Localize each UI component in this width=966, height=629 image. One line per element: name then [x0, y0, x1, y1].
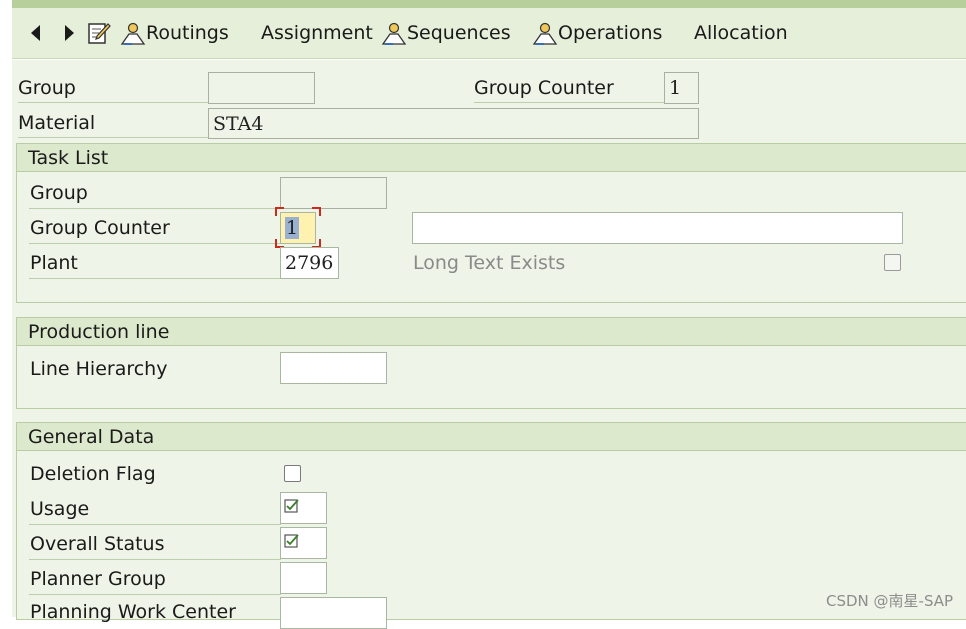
- watermark-text: CSDN @南星-SAP: [826, 592, 954, 610]
- planning-work-center-field[interactable]: [280, 597, 387, 629]
- task-list-description-field[interactable]: [412, 212, 903, 244]
- required-check-icon: [284, 534, 299, 548]
- label-underline: [18, 137, 208, 138]
- label-underline: [29, 243, 281, 244]
- label-underline: [474, 102, 664, 103]
- label-underline: [29, 278, 281, 279]
- task-list-group-field[interactable]: [280, 177, 387, 209]
- arrow-right-icon: [65, 25, 74, 41]
- arrow-left-icon: [31, 25, 40, 41]
- sequences-label: Sequences: [407, 22, 511, 44]
- previous-arrow-button[interactable]: [28, 8, 44, 58]
- allocation-button[interactable]: Allocation: [694, 8, 788, 58]
- sequences-button[interactable]: Sequences: [381, 8, 511, 58]
- line-hierarchy-label: Line Hierarchy: [30, 358, 168, 380]
- required-check-icon: [284, 499, 299, 513]
- usage-label: Usage: [30, 498, 90, 520]
- routing-person-icon: [120, 22, 146, 45]
- planning-work-center-label: Planning Work Center: [30, 601, 236, 623]
- header-material-label: Material: [18, 112, 96, 134]
- long-text-exists-checkbox[interactable]: [884, 254, 901, 271]
- label-underline: [29, 524, 281, 525]
- assignment-label: Assignment: [261, 22, 373, 44]
- routings-label: Routings: [146, 22, 229, 44]
- allocation-label: Allocation: [694, 22, 788, 44]
- operations-label: Operations: [558, 22, 663, 44]
- production-line-section: Production line Line Hierarchy: [16, 317, 966, 409]
- long-text-exists-label: Long Text Exists: [413, 252, 566, 274]
- header-group-field[interactable]: [208, 72, 315, 104]
- task-list-plant-field[interactable]: 2796: [280, 247, 339, 279]
- planner-group-field[interactable]: [280, 562, 327, 594]
- sequence-person-icon: [381, 22, 407, 45]
- task-list-group-label: Group: [30, 182, 88, 204]
- routings-button[interactable]: Routings: [120, 8, 229, 58]
- operation-person-icon: [532, 22, 558, 45]
- deletion-flag-label: Deletion Flag: [30, 463, 156, 485]
- header-group-label: Group: [18, 77, 76, 99]
- line-hierarchy-field[interactable]: [280, 352, 387, 384]
- focus-corner-icon: [312, 207, 321, 216]
- label-underline: [29, 594, 281, 595]
- usage-field[interactable]: [280, 492, 327, 524]
- task-list-section: Task List Group Group Counter 1 Plant 27…: [16, 143, 966, 303]
- overall-status-label: Overall Status: [30, 533, 165, 555]
- production-line-title: Production line: [17, 318, 966, 346]
- assignment-button[interactable]: Assignment: [261, 8, 373, 58]
- label-underline: [18, 102, 208, 103]
- header-group-counter-field[interactable]: 1: [664, 72, 699, 104]
- overall-status-field[interactable]: [280, 527, 327, 559]
- label-underline: [29, 208, 281, 209]
- main-content: Group Group Counter 1 Material STA4 Task…: [12, 60, 966, 629]
- edit-pencil-icon: [88, 23, 111, 44]
- focus-corner-icon: [275, 207, 284, 216]
- operations-button[interactable]: Operations: [532, 8, 662, 58]
- label-underline: [29, 559, 281, 560]
- next-arrow-button[interactable]: [61, 8, 77, 58]
- header-material-field[interactable]: STA4: [208, 108, 699, 139]
- header-group-counter-label: Group Counter: [474, 77, 614, 99]
- planner-group-label: Planner Group: [30, 568, 166, 590]
- general-data-title: General Data: [17, 423, 966, 451]
- task-list-plant-label: Plant: [30, 252, 78, 274]
- edit-button[interactable]: [87, 8, 111, 58]
- task-list-group-counter-label: Group Counter: [30, 217, 170, 239]
- general-data-section: General Data Deletion Flag Usage Overall…: [16, 422, 966, 629]
- group-counter-value: 1: [285, 217, 300, 239]
- deletion-flag-checkbox[interactable]: [284, 465, 301, 482]
- task-list-title: Task List: [17, 144, 966, 172]
- application-toolbar: Routings Assignment Sequences Operations…: [12, 8, 966, 59]
